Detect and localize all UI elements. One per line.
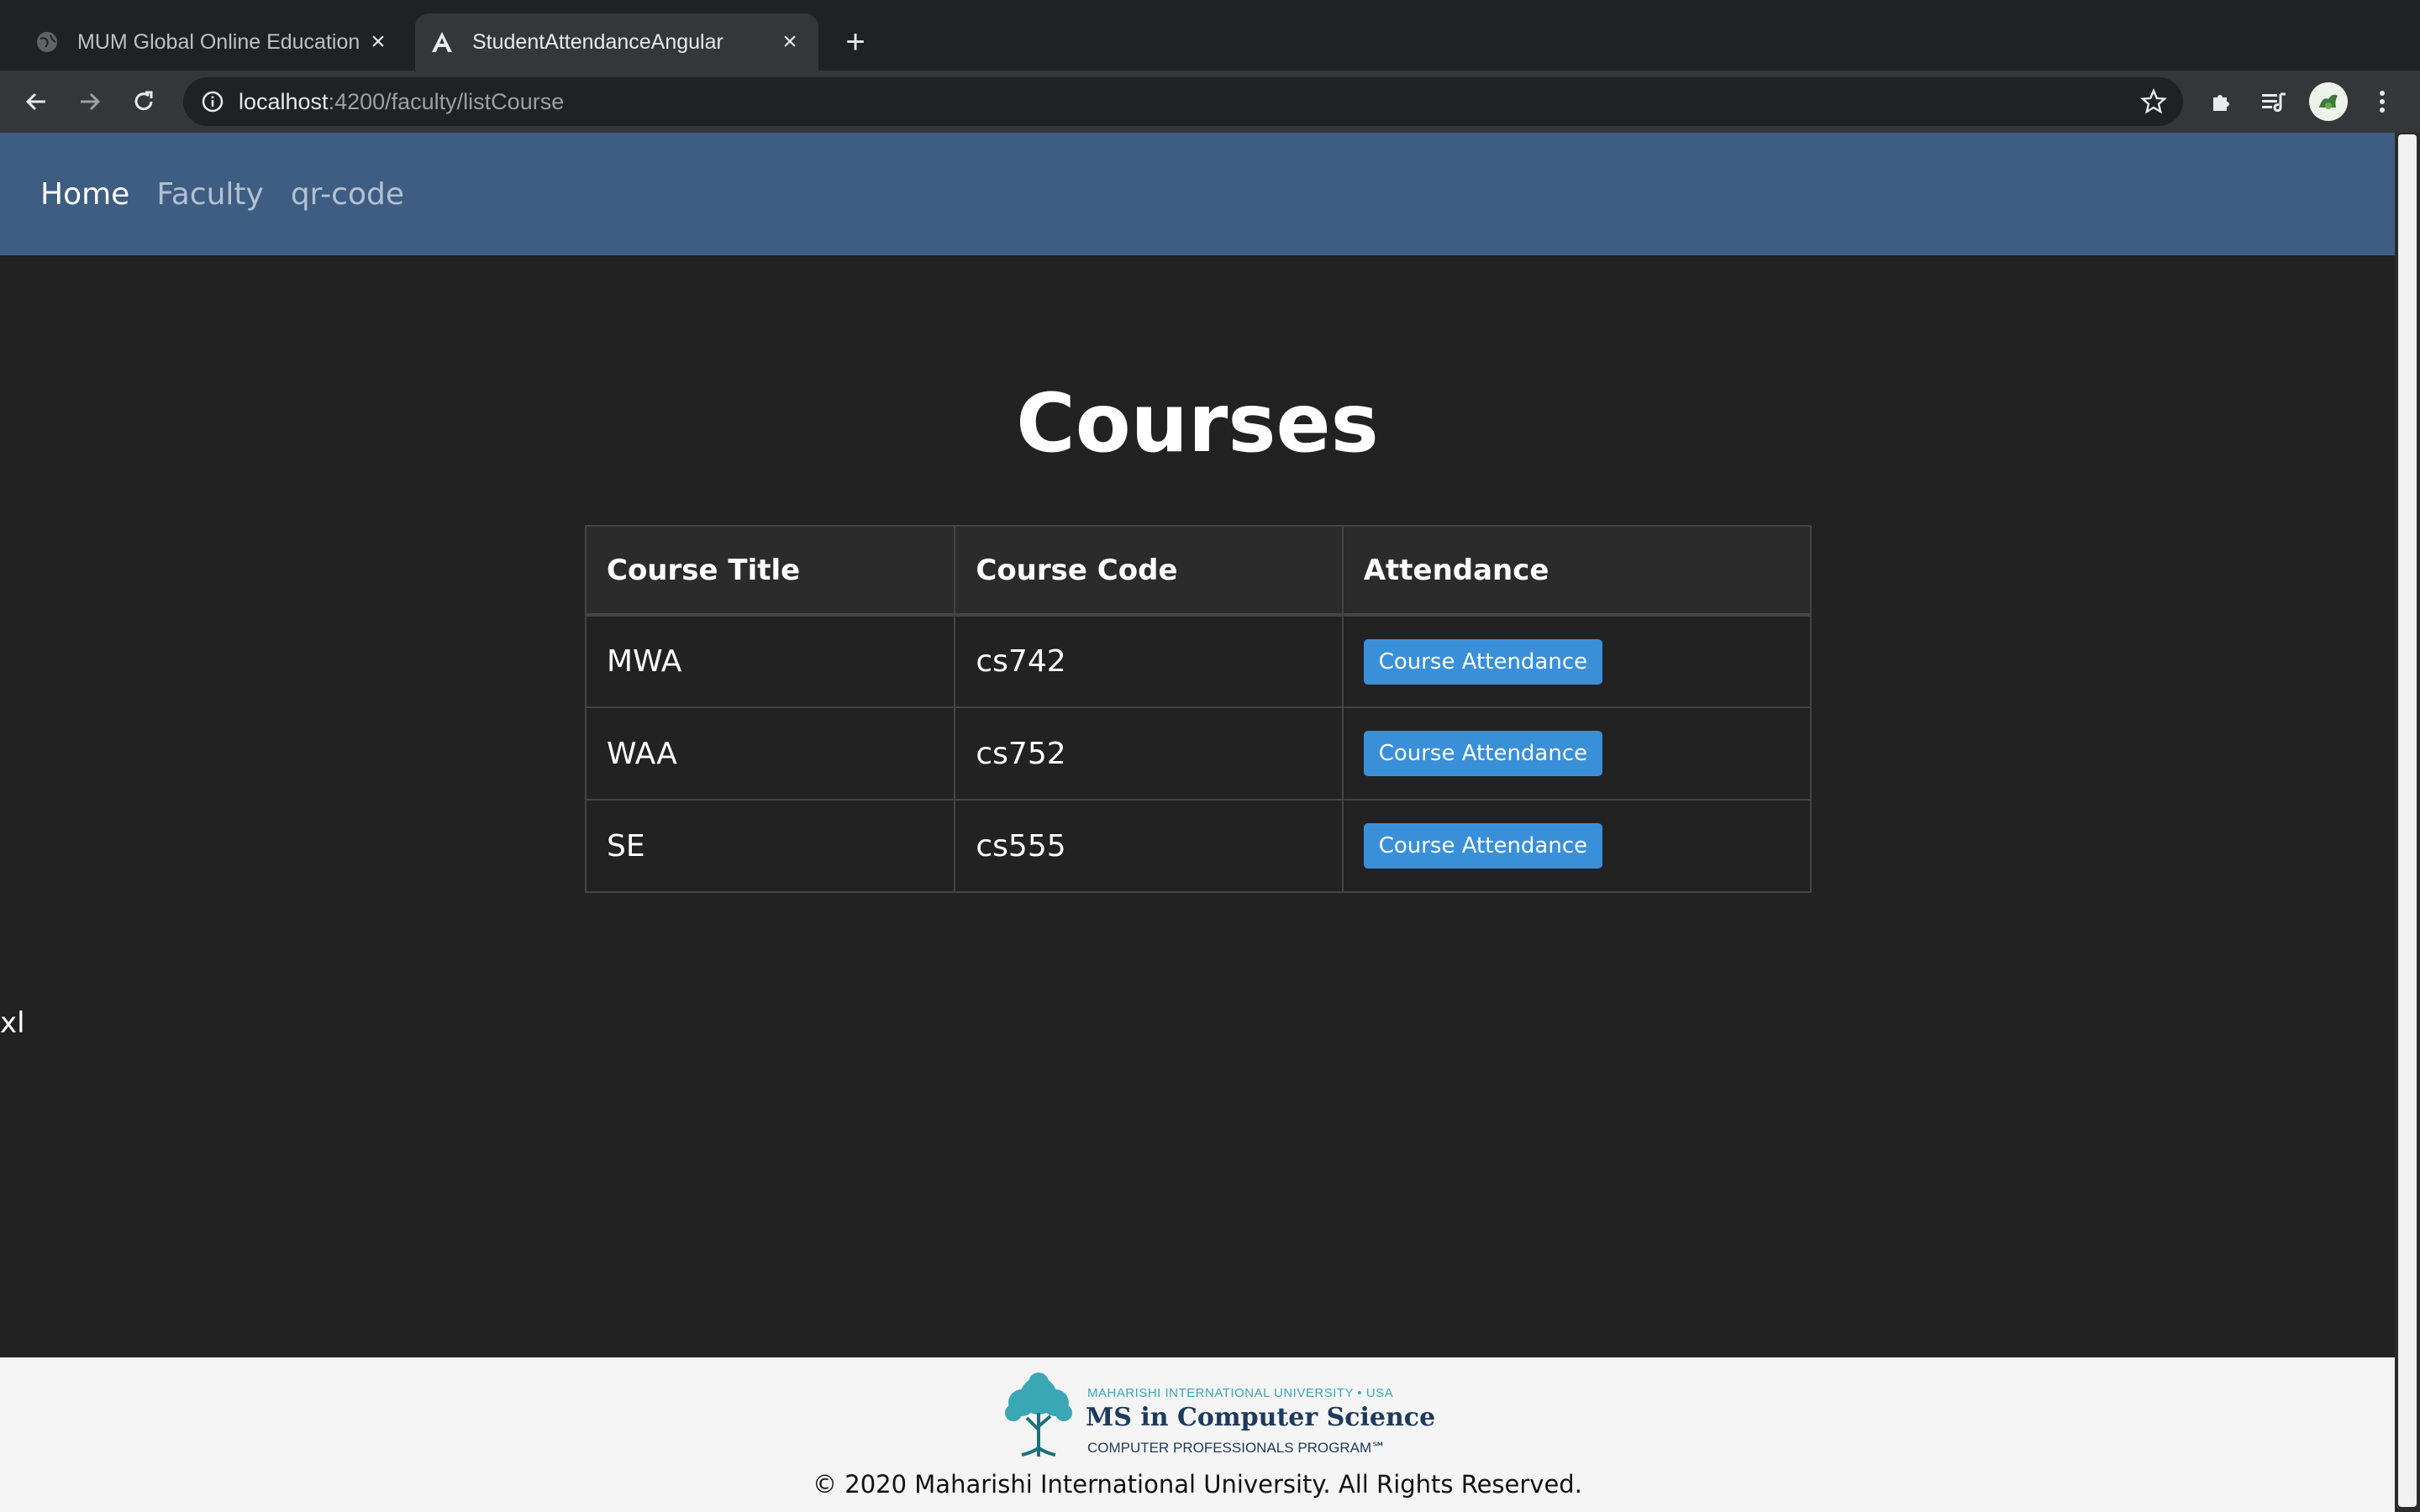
profile-avatar[interactable] [2309,82,2348,121]
bookmark-star-icon[interactable] [2138,86,2170,118]
page-scrollbar[interactable] [2395,133,2420,1512]
course-title-cell: MWA [584,614,956,708]
column-header-course-code: Course Code [954,525,1344,617]
course-title-cell: WAA [584,706,956,801]
address-bar[interactable]: localhost:4200/faculty/listCourse [183,77,2183,126]
close-icon[interactable]: × [361,25,395,59]
url-text: localhost:4200/faculty/listCourse [239,88,565,114]
course-code-cell: cs752 [954,706,1344,801]
nav-link-qr-code[interactable]: qr-code [291,177,404,212]
course-attendance-button[interactable]: Course Attendance [1363,823,1603,869]
browser-tab-active[interactable]: StudentAttendanceAngular × [415,13,818,71]
nav-link-faculty[interactable]: Faculty [156,177,264,212]
tree-logo-icon [1005,1373,1072,1457]
column-header-attendance: Attendance [1341,525,1812,617]
logo-line-program: MS in Computer Science [1086,1403,1436,1432]
footer: MAHARISHI INTERNATIONAL UNIVERSITY • USA… [0,1357,2395,1512]
extensions-icon[interactable] [2200,81,2242,123]
attendance-cell: Course Attendance [1341,706,1812,801]
table-header-row: Course Title Course Code Attendance [584,525,1812,617]
menu-kebab-icon[interactable] [2361,81,2403,123]
course-code-cell: cs742 [954,614,1344,708]
forward-icon[interactable] [69,81,111,123]
media-queue-icon[interactable] [2254,81,2296,123]
attendance-cell: Course Attendance [1341,799,1812,893]
back-icon[interactable] [15,81,57,123]
course-title-cell: SE [584,799,956,893]
new-tab-icon[interactable]: + [837,24,874,60]
column-header-course-title: Course Title [584,525,956,617]
page-title: Courses [1016,376,1379,470]
course-attendance-button[interactable]: Course Attendance [1363,638,1603,685]
logo-line-university: MAHARISHI INTERNATIONAL UNIVERSITY • USA [1087,1386,1394,1400]
nav-link-home[interactable]: Home [40,177,129,212]
university-logo: MAHARISHI INTERNATIONAL UNIVERSITY • USA… [997,1371,1435,1458]
browser-toolbar: localhost:4200/faculty/listCourse [0,71,2420,133]
angular-icon [429,29,455,55]
globe-icon [34,29,60,55]
stray-text: xl [0,1006,25,1040]
site-info-icon[interactable] [198,87,227,116]
table-row: MWA cs742 Course Attendance [584,614,1812,708]
copyright-text: © 2020 Maharishi International Universit… [813,1470,1582,1499]
close-icon[interactable]: × [773,25,807,59]
browser-tab[interactable]: MUM Global Online Education × [20,13,407,71]
browser-tab-strip: MUM Global Online Education × StudentAtt… [0,0,2420,71]
page-content: Home Faculty qr-code Courses Course Titl… [0,133,2395,1512]
tab-title: StudentAttendanceAngular [472,29,723,54]
course-code-cell: cs555 [954,799,1344,893]
table-row: SE cs555 Course Attendance [584,799,1812,893]
scrollbar-thumb[interactable] [2398,134,2417,1507]
top-navbar: Home Faculty qr-code [0,133,2395,255]
logo-line-subtitle: COMPUTER PROFESSIONALS PROGRAM℠ [1087,1440,1386,1456]
course-attendance-button[interactable]: Course Attendance [1363,731,1603,776]
table-row: WAA cs752 Course Attendance [584,706,1812,801]
attendance-cell: Course Attendance [1341,614,1812,708]
tab-title: MUM Global Online Education [77,29,360,54]
reload-icon[interactable] [123,81,165,123]
courses-table: Course Title Course Code Attendance MWA … [584,525,1812,893]
